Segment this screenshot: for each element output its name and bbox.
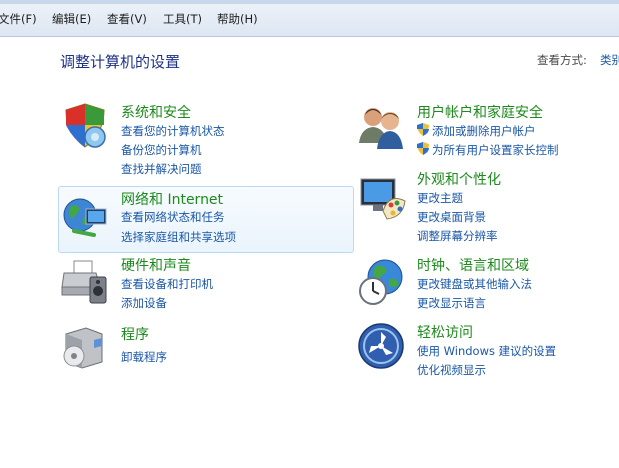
users-icon[interactable] <box>357 101 407 151</box>
programs-disc-icon[interactable] <box>60 322 110 372</box>
link-windows-recommended-settings[interactable]: 使用 Windows 建议的设置 <box>417 343 556 359</box>
link-add-remove-accounts[interactable]: 添加或删除用户帐户 <box>432 123 536 139</box>
category-title-ease-of-access[interactable]: 轻松访问 <box>417 322 473 342</box>
window-frame-strip <box>0 0 619 4</box>
monitor-palette-icon[interactable] <box>357 173 407 223</box>
menu-view[interactable]: 查看(V) <box>107 11 147 27</box>
menu-help[interactable]: 帮助(H) <box>217 11 258 27</box>
category-title-system-security[interactable]: 系统和安全 <box>121 102 191 122</box>
shield-pc-icon[interactable] <box>60 101 110 151</box>
menu-edit[interactable]: 编辑(E) <box>52 11 91 27</box>
link-change-desktop-background[interactable]: 更改桌面背景 <box>417 209 486 225</box>
category-title-hardware-sound[interactable]: 硬件和声音 <box>121 255 191 275</box>
link-homegroup-sharing[interactable]: 选择家庭组和共享选项 <box>121 229 236 245</box>
menu-bar: 文件(F) 编辑(E) 查看(V) 工具(T) 帮助(H) <box>0 0 619 37</box>
uac-shield-icon <box>417 142 429 155</box>
link-view-computer-status[interactable]: 查看您的计算机状态 <box>121 123 225 139</box>
view-by-label: 查看方式: <box>537 53 587 67</box>
link-parental-controls[interactable]: 为所有用户设置家长控制 <box>432 142 559 158</box>
link-backup-computer[interactable]: 备份您的计算机 <box>121 142 202 158</box>
category-title-user-accounts[interactable]: 用户帐户和家庭安全 <box>417 102 543 122</box>
link-change-theme[interactable]: 更改主题 <box>417 190 463 206</box>
network-globe-icon[interactable] <box>60 193 110 243</box>
globe-clock-icon[interactable] <box>357 257 407 307</box>
link-adjust-resolution[interactable]: 调整屏幕分辨率 <box>417 228 498 244</box>
link-network-status[interactable]: 查看网络状态和任务 <box>121 209 225 225</box>
link-change-display-language[interactable]: 更改显示语言 <box>417 295 486 311</box>
link-troubleshoot[interactable]: 查找并解决问题 <box>121 161 202 177</box>
uac-shield-icon <box>417 123 429 136</box>
view-by-dropdown[interactable]: 类别 <box>600 52 619 68</box>
link-add-device[interactable]: 添加设备 <box>121 295 167 311</box>
link-uninstall-program[interactable]: 卸载程序 <box>121 349 167 365</box>
menu-file[interactable]: 文件(F) <box>0 11 37 27</box>
ease-of-access-icon[interactable] <box>357 322 407 372</box>
link-optimize-visual-display[interactable]: 优化视频显示 <box>417 362 486 378</box>
category-title-network-internet[interactable]: 网络和 Internet <box>121 189 223 209</box>
menu-tools[interactable]: 工具(T) <box>163 11 202 27</box>
category-title-appearance[interactable]: 外观和个性化 <box>417 169 501 189</box>
category-title-programs[interactable]: 程序 <box>121 324 149 344</box>
page-title: 调整计算机的设置 <box>60 53 181 71</box>
link-devices-printers[interactable]: 查看设备和打印机 <box>121 276 213 292</box>
category-title-clock-language[interactable]: 时钟、语言和区域 <box>417 255 529 275</box>
link-change-input-method[interactable]: 更改键盘或其他输入法 <box>417 276 532 292</box>
printer-speaker-icon[interactable] <box>60 257 110 307</box>
